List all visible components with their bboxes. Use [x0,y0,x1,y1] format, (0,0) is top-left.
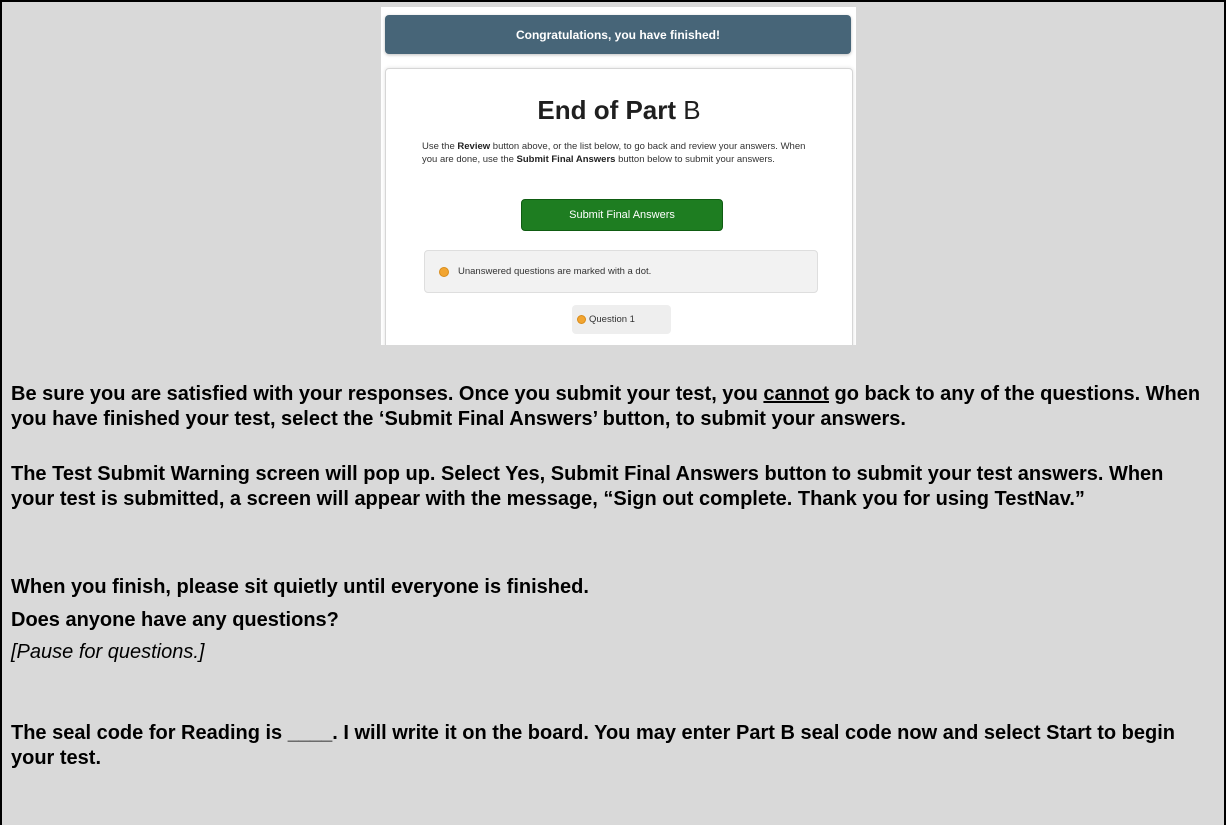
satisfied-paragraph: Be sure you are satisfied with your resp… [11,382,1211,432]
review-instructions: Use the Review button above, or the list… [422,140,822,166]
unanswered-dot-icon [577,315,586,324]
instructions-text-1: Use the [422,141,458,152]
finished-banner: Congratulations, you have finished! [385,15,851,54]
end-of-part-card: End of Part B Use the Review button abov… [385,68,853,345]
submit-final-answers-button[interactable]: Submit Final Answers [521,199,723,231]
part-title: End of Part B [386,95,852,126]
unanswered-legend: Unanswered questions are marked with a d… [424,250,818,293]
cannot-emphasis: cannot [763,383,829,405]
submit-keyword: Submit Final Answers [516,154,616,165]
embedded-screenshot: Congratulations, you have finished! End … [381,7,856,345]
pause-instruction: [Pause for questions.] [11,641,205,663]
document-frame: Congratulations, you have finished! End … [0,0,1226,825]
part-title-prefix: End of Part [537,95,677,125]
legend-text: Unanswered questions are marked with a d… [458,266,652,277]
question-1-button[interactable]: Question 1 [572,305,671,334]
banner-text: Congratulations, you have finished! [515,27,721,42]
submit-warning-paragraph: The Test Submit Warning screen will pop … [11,463,1164,510]
part-title-letter: B [683,95,701,125]
questions-line: Does anyone have any questions? [11,609,339,631]
unanswered-dot-icon [439,266,449,277]
p1-text-a: Be sure you are satisfied with your resp… [11,383,764,405]
seal-code-paragraph: The seal code for Reading is ____. I wil… [11,722,1175,769]
review-keyword: Review [457,141,491,152]
submit-button-label: Submit Final Answers [569,209,675,221]
sit-quietly-line: When you finish, please sit quietly unti… [11,576,589,598]
question-label: Question 1 [589,314,635,325]
instructions-text-3: button below to submit your answers. [615,154,775,165]
